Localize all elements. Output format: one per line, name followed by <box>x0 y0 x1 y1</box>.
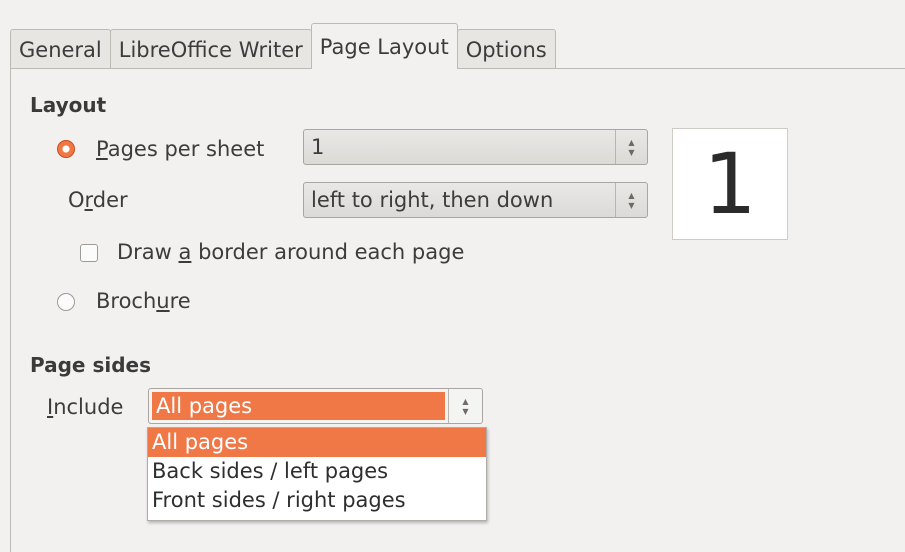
pages-per-sheet-spinbox[interactable]: 1 ▲ ▼ <box>303 129 648 165</box>
include-dropdown-list: All pages Back sides / left pages Front … <box>147 427 487 521</box>
spin-button[interactable]: ▲ ▼ <box>615 130 647 164</box>
tab-libreoffice-writer[interactable]: LibreOffice Writer <box>109 29 312 69</box>
tab-label: LibreOffice Writer <box>118 37 303 62</box>
brochure-label[interactable]: Brochure <box>96 289 191 313</box>
up-down-arrows-icon: ▲ ▼ <box>462 396 469 416</box>
include-combobox[interactable]: All pages ▲ ▼ <box>148 388 483 424</box>
include-dropdown-button[interactable]: ▲ ▼ <box>448 389 482 423</box>
tab-label: General <box>19 37 102 62</box>
tab-bar: General LibreOffice Writer Page Layout O… <box>10 23 556 69</box>
draw-border-label[interactable]: Draw a border around each page <box>117 240 464 264</box>
tab-page-layout[interactable]: Page Layout <box>310 23 458 69</box>
up-down-arrows-icon: ▲ ▼ <box>628 190 635 210</box>
tab-label: Options <box>465 37 547 62</box>
tab-label: Page Layout <box>319 34 449 59</box>
page-preview: 1 <box>672 128 788 240</box>
order-value: left to right, then down <box>311 188 554 212</box>
tab-options[interactable]: Options <box>456 29 556 69</box>
preview-number: 1 <box>703 135 757 233</box>
brochure-radio[interactable] <box>57 293 75 311</box>
draw-border-checkbox[interactable] <box>80 244 98 262</box>
dropdown-option-all-pages[interactable]: All pages <box>148 428 486 457</box>
dropdown-option-back-sides[interactable]: Back sides / left pages <box>148 457 486 486</box>
order-dropdown-button[interactable]: ▲ ▼ <box>615 183 647 217</box>
include-value: All pages <box>152 392 445 420</box>
order-combobox[interactable]: left to right, then down ▲ ▼ <box>303 182 648 218</box>
order-label: Order <box>68 188 128 212</box>
layout-section-title: Layout <box>30 93 107 117</box>
dropdown-option-front-sides[interactable]: Front sides / right pages <box>148 486 486 515</box>
tab-general[interactable]: General <box>10 29 111 69</box>
page-sides-section-title: Page sides <box>30 353 152 377</box>
pages-per-sheet-label[interactable]: Pages per sheet <box>96 137 264 161</box>
pages-per-sheet-radio[interactable] <box>57 140 75 158</box>
include-label: Include <box>47 395 124 419</box>
up-down-arrows-icon: ▲ ▼ <box>628 137 635 157</box>
pages-per-sheet-value[interactable]: 1 <box>304 135 615 159</box>
